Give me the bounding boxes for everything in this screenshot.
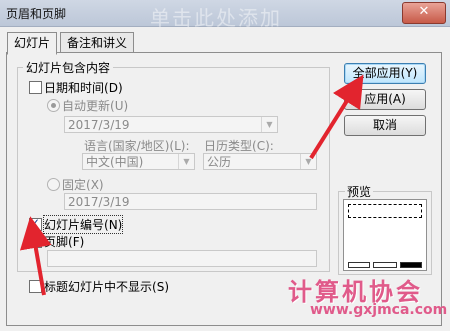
auto-update-label: 自动更新(U) [62,99,129,113]
language-select[interactable]: 中文(中国) ▼ [82,153,195,170]
fixed-date-value: 2017/3/19 [68,195,130,209]
tab-notes-handouts[interactable]: 备注和讲义 [60,32,135,54]
fixed-radio[interactable] [47,178,60,191]
fixed-label: 固定(X) [62,178,104,192]
hide-on-title-slide-label: 标题幻灯片中不显示(S) [44,280,169,294]
footer-text-field[interactable] [47,250,317,267]
date-time-label: 日期和时间(D) [44,81,123,95]
auto-update-date-select[interactable]: 2017/3/19 ▼ [64,116,278,133]
language-label: 语言(国家/地区)(L): [84,139,190,153]
apply-to-all-button[interactable]: 全部应用(Y) [344,63,426,84]
preview-label: 预览 [345,183,374,200]
apply-button[interactable]: 应用(A) [344,89,426,110]
language-value: 中文(中国) [86,155,144,169]
chevron-down-icon: ▼ [261,117,277,132]
tab-notes-handouts-label: 备注和讲义 [67,36,128,50]
hide-on-title-slide-checkbox[interactable] [29,280,42,293]
background-title-text: 单击此处添加 [150,6,282,30]
header-footer-dialog: 页眉和页脚 单击此处添加 ✕ 幻灯片 备注和讲义 幻灯片包含内容 日期和时间(D… [0,0,450,331]
auto-update-radio[interactable] [47,99,60,112]
fixed-date-field[interactable]: 2017/3/19 [64,193,317,210]
auto-update-date-value: 2017/3/19 [68,118,130,132]
calendar-type-label: 日历类型(C): [204,139,274,153]
close-button[interactable]: ✕ [402,2,446,24]
tab-slides-label: 幻灯片 [14,36,51,50]
title-bar[interactable]: 页眉和页脚 单击此处添加 ✕ [0,0,450,30]
cancel-button[interactable]: 取消 [344,115,426,136]
dialog-title: 页眉和页脚 [6,7,67,21]
chevron-down-icon: ▼ [178,154,194,169]
preview-date-placeholder [348,262,370,268]
date-time-checkbox[interactable] [29,81,42,94]
calendar-type-select[interactable]: 公历 ▼ [203,153,317,170]
preview-footer-placeholder [373,262,397,268]
watermark-url: www.gxjmca.com [310,302,448,318]
group-legend: 幻灯片包含内容 [23,59,114,76]
tab-slides[interactable]: 幻灯片 [7,32,58,55]
preview-title-placeholder [348,204,422,218]
slide-number-label: 幻灯片编号(N) [42,215,124,234]
footer-checkbox[interactable] [29,235,42,248]
chevron-down-icon: ▼ [300,154,316,169]
preview-slide-number-placeholder [400,262,422,268]
calendar-type-value: 公历 [207,155,232,169]
footer-label: 页脚(F) [44,235,85,249]
slide-number-checkbox[interactable] [29,216,42,231]
